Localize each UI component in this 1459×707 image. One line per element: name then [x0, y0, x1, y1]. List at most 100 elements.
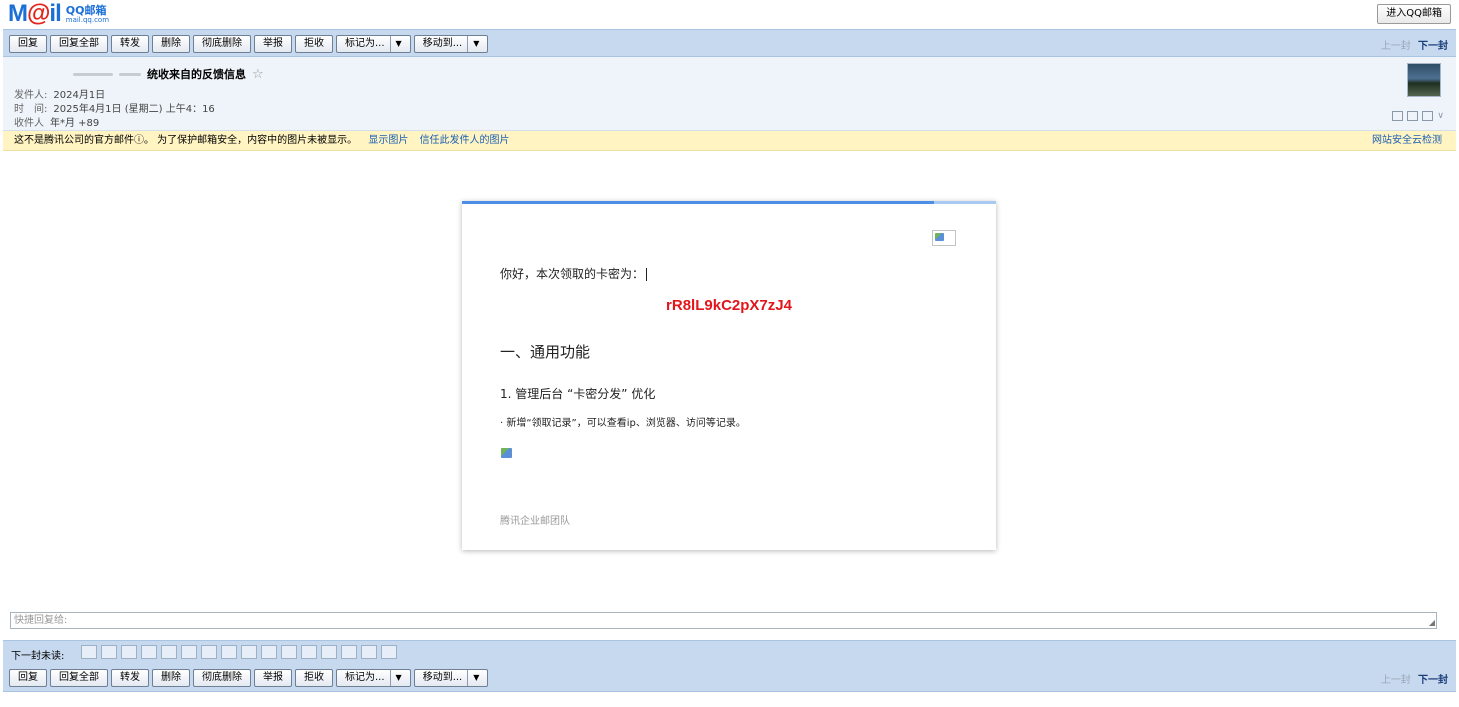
subject-row: 统收来自的反馈信息 ☆: [73, 66, 264, 82]
warning-message: 这不是腾讯公司的官方邮件ⓘ。 为了保护邮箱安全，内容中的图片未被显示。: [14, 135, 358, 146]
mail-nav: 上一封 下一封: [1381, 37, 1448, 52]
move-to-label: 移动到...: [422, 672, 463, 683]
blurred-glyph: [161, 645, 177, 659]
top-header: M@il QQ邮箱 mail.qq.com 进入QQ邮箱: [0, 0, 1459, 28]
recipient-value[interactable]: 年*月 +89: [50, 118, 99, 129]
show-images-link[interactable]: 显示图片: [368, 135, 408, 146]
move-to-dropdown[interactable]: 移动到... ▼: [413, 35, 489, 53]
time-line: 时 间: 2025年4月1日 (星期二) 上午4：16: [14, 100, 215, 115]
sender-avatar[interactable]: [1407, 63, 1441, 97]
broken-image-icon[interactable]: [932, 230, 956, 246]
chevron-down-icon: ▼: [467, 36, 479, 52]
logo-sub: QQ邮箱 mail.qq.com: [65, 3, 110, 24]
reject-button[interactable]: 拒收: [295, 35, 333, 53]
reply-all-button[interactable]: 回复全部: [50, 669, 108, 687]
greeting-line: 你好，本次领取的卡密为：: [500, 265, 648, 282]
resize-grip-icon[interactable]: ◢: [1429, 619, 1435, 627]
reply-button[interactable]: 回复: [9, 35, 47, 53]
toolbar-buttons: 回复 回复全部 转发 删除 彻底删除 举报 拒收 标记为... ▼ 移动到... ▼: [9, 35, 489, 53]
blurred-glyph: [361, 645, 377, 659]
reply-all-button[interactable]: 回复全部: [50, 35, 108, 53]
blurred-glyph: [121, 645, 137, 659]
section-paragraph: · 新增“领取记录”，可以查看ip、浏览器、访问等记录。: [500, 418, 746, 429]
chevron-down-icon: ▼: [467, 670, 479, 686]
blurred-glyph: [81, 645, 97, 659]
section-heading: 一、通用功能: [500, 343, 591, 361]
logo-cn: QQ邮箱: [65, 3, 107, 17]
quick-reply-placeholder: 快捷回复给:: [14, 615, 68, 626]
broken-image-icon[interactable]: [500, 447, 514, 460]
mark-as-label: 标记为...: [345, 38, 385, 49]
mail-content-card: 你好，本次领取的卡密为： rR8lL9kC2pX7zJ4 一、通用功能 1. 管…: [462, 201, 996, 550]
blurred-text: [119, 72, 141, 76]
delete-button[interactable]: 删除: [152, 669, 190, 687]
blurred-glyph: [241, 645, 257, 659]
next-unread-bar: 下一封未读:: [3, 640, 1456, 664]
blurred-glyph: [221, 645, 237, 659]
trust-sender-link[interactable]: 信任此发件人的图片: [420, 135, 510, 146]
sender-line: 发件人: 2024月1日: [14, 86, 105, 101]
mail-nav: 上一封 下一封: [1381, 671, 1448, 686]
next-unread-subject-blurred[interactable]: [81, 645, 397, 659]
warning-message-row: 这不是腾讯公司的官方邮件ⓘ。 为了保护邮箱安全，内容中的图片未被显示。 显示图片…: [14, 131, 510, 151]
next-mail-link[interactable]: 下一封: [1418, 41, 1448, 52]
report-button[interactable]: 举报: [254, 669, 292, 687]
reject-button[interactable]: 拒收: [295, 669, 333, 687]
prev-mail-link[interactable]: 上一封: [1381, 41, 1411, 52]
blurred-glyph: [301, 645, 317, 659]
print-icon[interactable]: [1422, 111, 1434, 121]
chevron-down-icon[interactable]: ∨: [1437, 111, 1444, 121]
star-icon[interactable]: ☆: [252, 67, 264, 82]
move-to-dropdown[interactable]: 移动到... ▼: [413, 669, 489, 687]
chevron-down-icon: ▼: [389, 36, 402, 52]
forward-button[interactable]: 转发: [111, 669, 149, 687]
image-warning-bar: 这不是腾讯公司的官方邮件ⓘ。 为了保护邮箱安全，内容中的图片未被显示。 显示图片…: [3, 131, 1456, 151]
delete-button[interactable]: 删除: [152, 35, 190, 53]
signature: 腾讯企业邮团队: [500, 516, 570, 527]
mark-as-dropdown[interactable]: 标记为... ▼: [336, 669, 411, 687]
chevron-down-icon: ▼: [389, 670, 402, 686]
blurred-glyph: [141, 645, 157, 659]
mark-as-dropdown[interactable]: 标记为... ▼: [336, 35, 411, 53]
top-toolbar: 回复 回复全部 转发 删除 彻底删除 举报 拒收 标记为... ▼ 移动到... ▼…: [3, 29, 1456, 57]
blurred-glyph: [201, 645, 217, 659]
blurred-glyph: [181, 645, 197, 659]
delete-forever-button[interactable]: 彻底删除: [193, 669, 251, 687]
reply-button[interactable]: 回复: [9, 669, 47, 687]
mail-actions-icons: ∨: [1392, 111, 1444, 121]
mark-as-label: 标记为...: [345, 672, 385, 683]
move-to-label: 移动到...: [422, 38, 463, 49]
delete-forever-button[interactable]: 彻底删除: [193, 35, 251, 53]
mail-body: 你好，本次领取的卡密为： rR8lL9kC2pX7zJ4 一、通用功能 1. 管…: [3, 152, 1456, 604]
next-mail-link[interactable]: 下一封: [1418, 675, 1448, 686]
next-unread-label: 下一封未读:: [11, 651, 65, 662]
blurred-glyph: [261, 645, 277, 659]
report-button[interactable]: 举报: [254, 35, 292, 53]
card-code: rR8lL9kC2pX7zJ4: [666, 297, 792, 314]
recipient-label: 收件人: [14, 118, 44, 129]
security-check-link[interactable]: 网站安全云检测: [1372, 131, 1442, 151]
blurred-glyph: [321, 645, 337, 659]
mail-subject: 统收来自的反馈信息: [147, 68, 246, 81]
text-cursor: [646, 268, 648, 281]
blurred-text: [73, 72, 113, 76]
blurred-glyph: [381, 645, 397, 659]
mail-header: 统收来自的反馈信息 ☆ 发件人: 2024月1日 时 间: 2025年4月1日 (星…: [3, 57, 1456, 131]
toolbar-buttons: 回复 回复全部 转发 删除 彻底删除 举报 拒收 标记为... ▼ 移动到... ▼: [9, 669, 489, 687]
section-subheading: 1. 管理后台 “卡密分发” 优化: [500, 387, 656, 401]
blurred-glyph: [281, 645, 297, 659]
quick-reply-input[interactable]: 快捷回复给: ◢: [10, 612, 1437, 629]
note-icon[interactable]: [1392, 111, 1404, 121]
qq-mail-logo[interactable]: M@il QQ邮箱 mail.qq.com: [8, 2, 109, 26]
blurred-glyph: [101, 645, 117, 659]
greeting-text: 你好，本次领取的卡密为：: [500, 267, 645, 281]
recipient-line: 收件人 年*月 +89: [14, 114, 99, 129]
bottom-toolbar: 回复 回复全部 转发 删除 彻底删除 举报 拒收 标记为... ▼ 移动到... ▼…: [3, 664, 1456, 692]
blurred-glyph: [341, 645, 357, 659]
prev-mail-link[interactable]: 上一封: [1381, 675, 1411, 686]
open-window-icon[interactable]: [1407, 111, 1419, 121]
forward-button[interactable]: 转发: [111, 35, 149, 53]
card-top-accent: [934, 201, 996, 204]
enter-qq-mail-button[interactable]: 进入QQ邮箱: [1377, 4, 1451, 24]
logo-url: mail.qq.com: [65, 15, 110, 24]
